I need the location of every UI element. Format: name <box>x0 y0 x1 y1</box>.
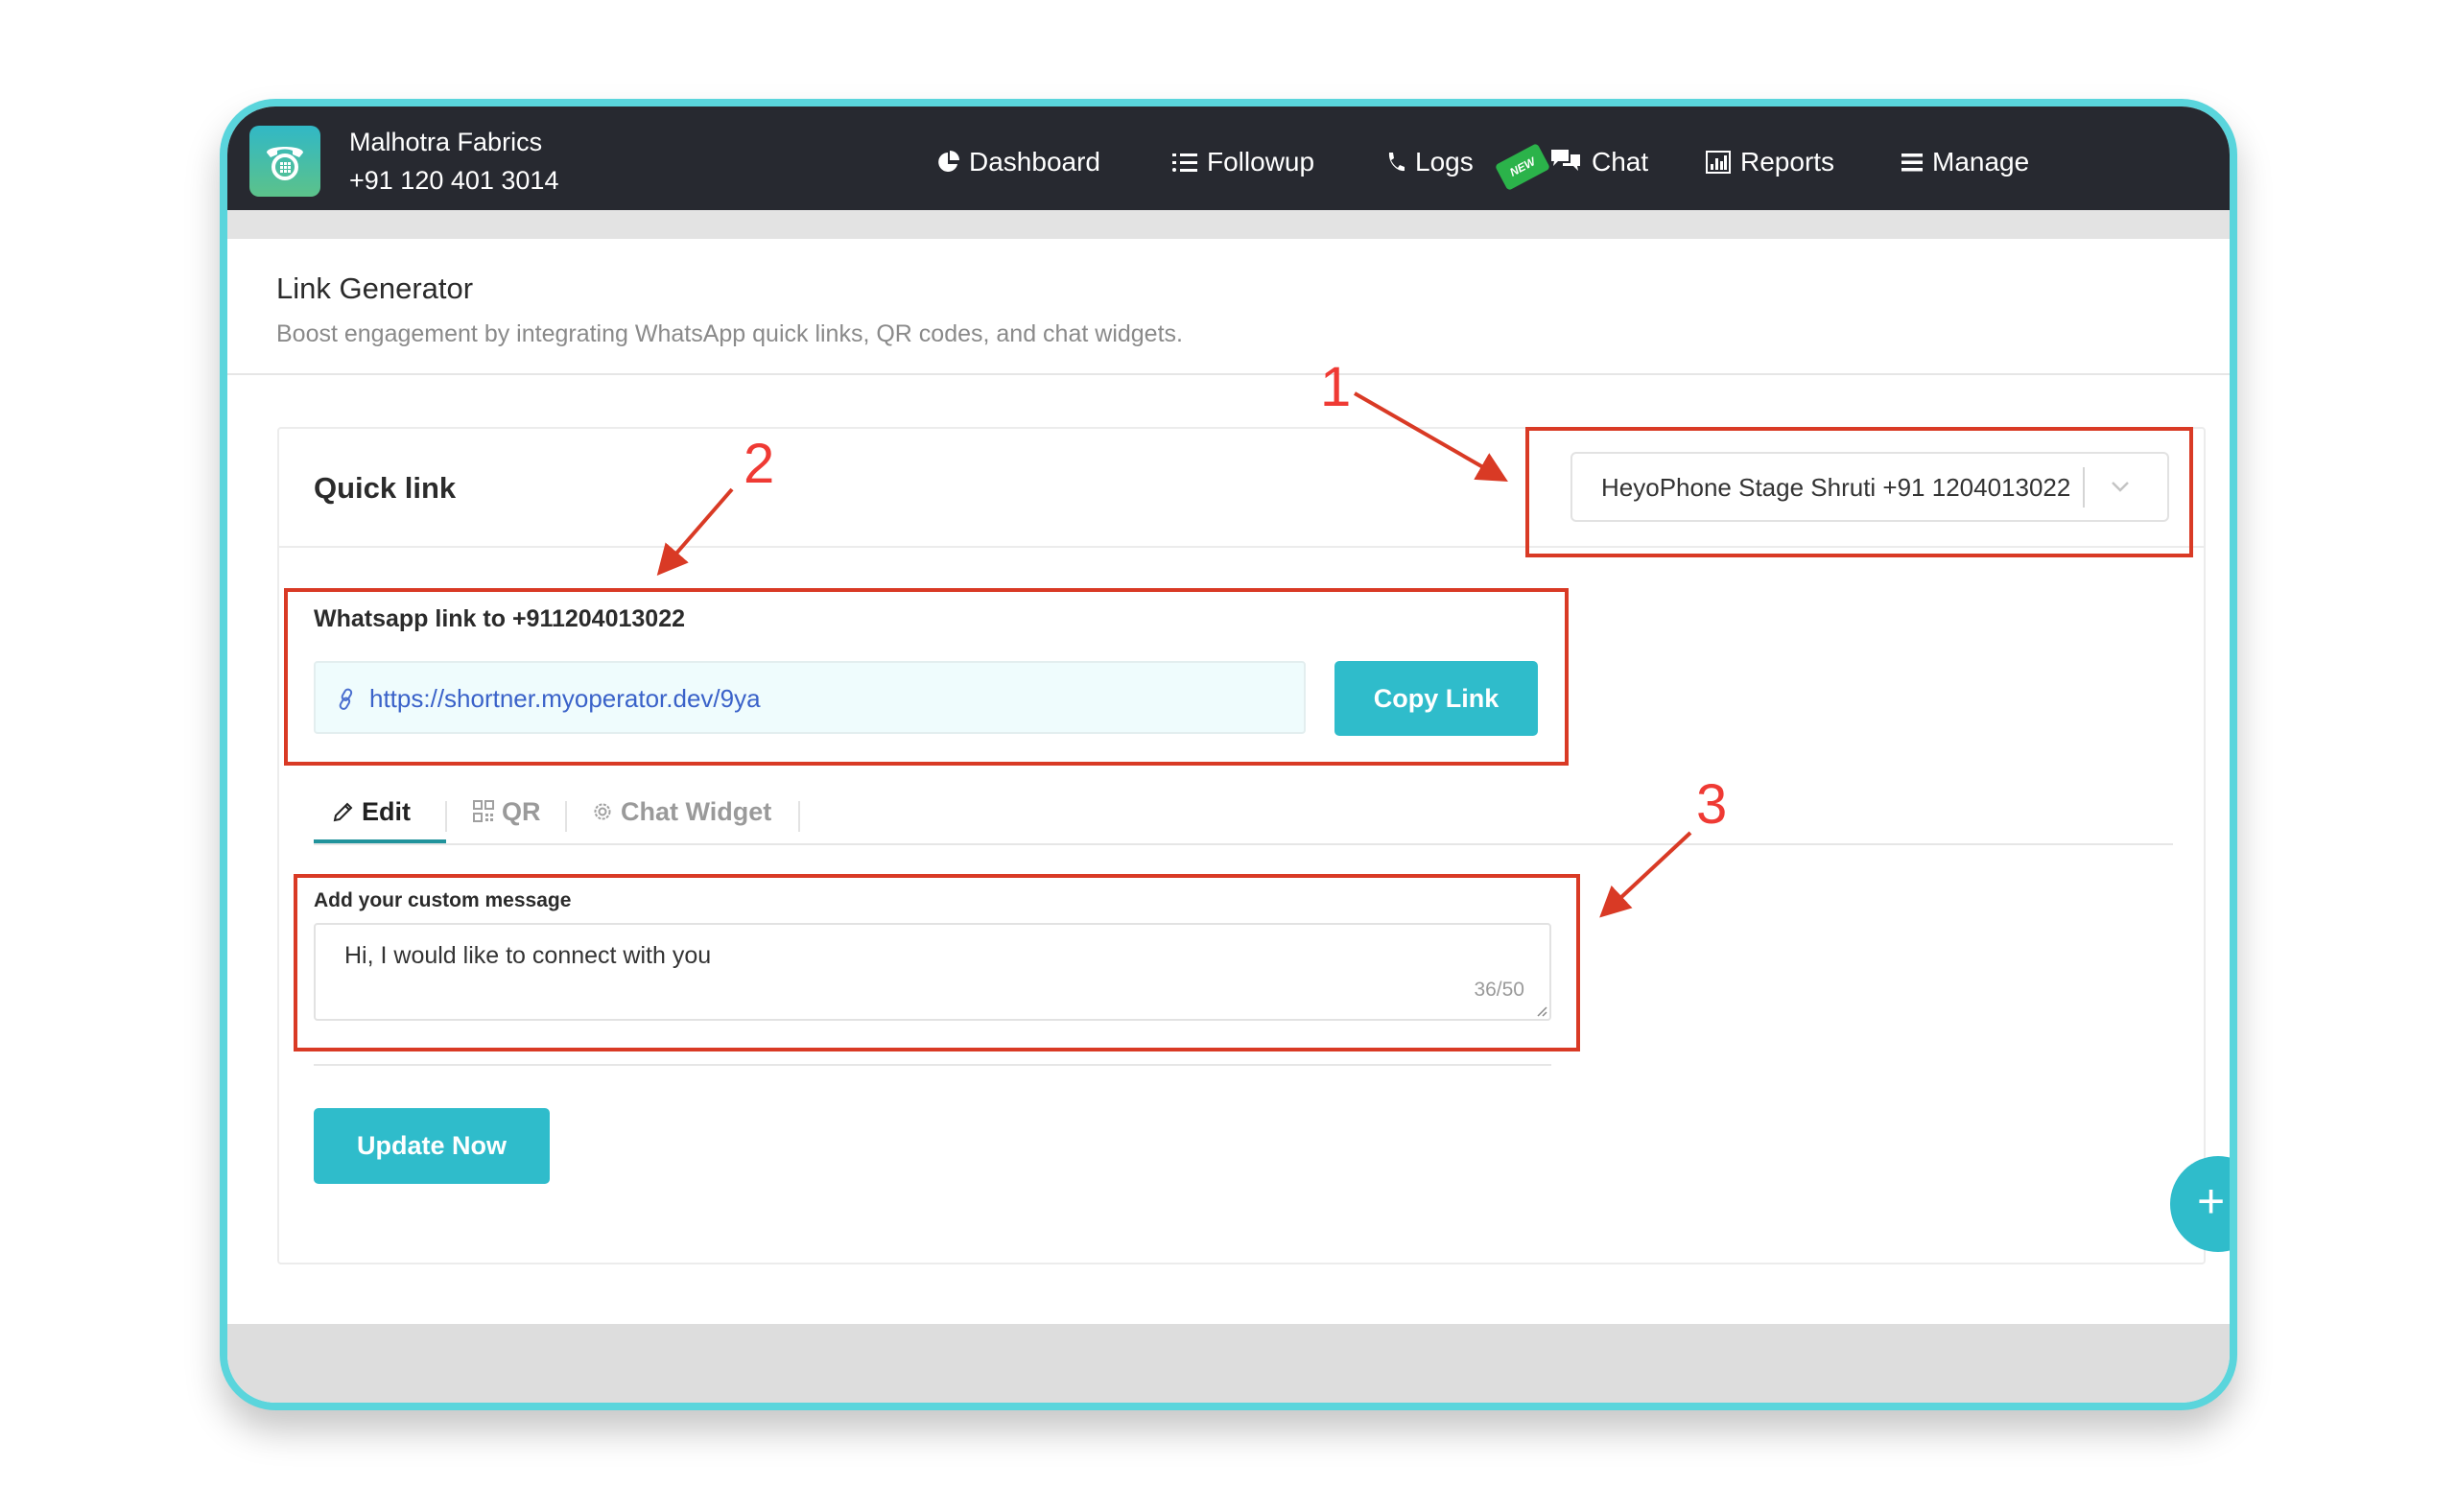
nav-followup[interactable]: Followup <box>1172 145 1314 179</box>
divider <box>227 373 2230 375</box>
tab-edit[interactable]: Edit <box>333 792 411 831</box>
bar-chart-icon <box>1706 151 1731 174</box>
tab-chat-widget[interactable]: Chat Widget <box>592 792 771 831</box>
page-subtitle: Boost engagement by integrating WhatsApp… <box>276 320 1183 347</box>
tabs-divider <box>314 843 2173 845</box>
tab-qr[interactable]: QR <box>473 792 541 831</box>
annotation-number-3: 3 <box>1696 773 1728 836</box>
tab-separator <box>798 801 800 832</box>
divider <box>314 1064 1551 1066</box>
annotation-number-1: 1 <box>1320 356 1352 418</box>
app-window: Malhotra Fabrics +91 120 401 3014 Dashbo… <box>220 99 2237 1410</box>
nav-logs[interactable]: Logs <box>1386 145 1474 179</box>
copy-link-button[interactable]: Copy Link <box>1334 661 1538 736</box>
card-title: Quick link <box>314 471 457 505</box>
account-phone: +91 120 401 3014 <box>349 166 559 195</box>
chevron-down-icon[interactable] <box>2110 475 2131 498</box>
annotation-number-2: 2 <box>744 433 775 495</box>
quick-link-card: Quick link HeyoPhone Stage Shruti +91 12… <box>277 427 2206 1264</box>
tab-label: QR <box>502 796 541 826</box>
nav-dashboard[interactable]: Dashboard <box>938 145 1100 179</box>
number-select[interactable]: HeyoPhone Stage Shruti +91 1204013022 <box>1570 452 2169 522</box>
nav-label: Logs <box>1415 147 1474 177</box>
link-url[interactable]: https://shortner.myoperator.dev/9ya <box>369 684 761 714</box>
link-field[interactable]: https://shortner.myoperator.dev/9ya <box>314 661 1306 734</box>
tab-label: Edit <box>362 796 411 826</box>
select-separator <box>2083 467 2085 508</box>
chat-icon <box>1551 150 1580 171</box>
qr-code-icon <box>473 800 494 822</box>
new-badge: NEW <box>1494 143 1551 191</box>
pencil-icon <box>333 802 353 822</box>
phone-icon <box>1388 153 1405 172</box>
nav-manage[interactable]: Manage <box>1901 145 2029 179</box>
checklist-icon <box>1172 154 1197 172</box>
nav-label: Dashboard <box>969 147 1100 177</box>
link-icon <box>339 688 353 710</box>
nav-label: Reports <box>1740 147 1835 177</box>
character-counter: 36/50 <box>1474 979 1524 1001</box>
tab-separator <box>445 801 447 832</box>
nav-reports[interactable]: Reports <box>1706 145 1834 179</box>
footer-band <box>227 1324 2230 1403</box>
telephone-icon[interactable] <box>249 126 320 197</box>
custom-message-label: Add your custom message <box>314 889 572 911</box>
nav-label: Followup <box>1207 147 1315 177</box>
page-title: Link Generator <box>276 272 474 305</box>
update-now-button[interactable]: Update Now <box>314 1108 550 1184</box>
custom-message-textarea[interactable]: Hi, I would like to connect with you 36/… <box>314 923 1551 1021</box>
number-select-value: HeyoPhone Stage Shruti +91 1204013022 <box>1601 473 2071 502</box>
nav-label: Chat <box>1592 147 1649 177</box>
pie-chart-icon <box>938 151 959 172</box>
plus-icon: + <box>2197 1174 2226 1228</box>
tab-separator <box>565 801 567 832</box>
resize-handle-icon[interactable] <box>1536 1005 1547 1017</box>
top-navbar: Malhotra Fabrics +91 120 401 3014 Dashbo… <box>227 106 2230 210</box>
gear-icon <box>594 803 611 820</box>
whatsapp-link-label: Whatsapp link to +911204013022 <box>314 605 686 632</box>
card-header-divider <box>279 546 2204 548</box>
nav-label: Manage <box>1932 147 2030 177</box>
header-gap <box>227 210 2230 239</box>
custom-message-value: Hi, I would like to connect with you <box>344 942 712 969</box>
tab-label: Chat Widget <box>621 796 772 826</box>
nav-chat[interactable]: Chat <box>1549 145 1648 179</box>
account-name: Malhotra Fabrics <box>349 128 543 156</box>
hamburger-icon <box>1901 154 1923 172</box>
